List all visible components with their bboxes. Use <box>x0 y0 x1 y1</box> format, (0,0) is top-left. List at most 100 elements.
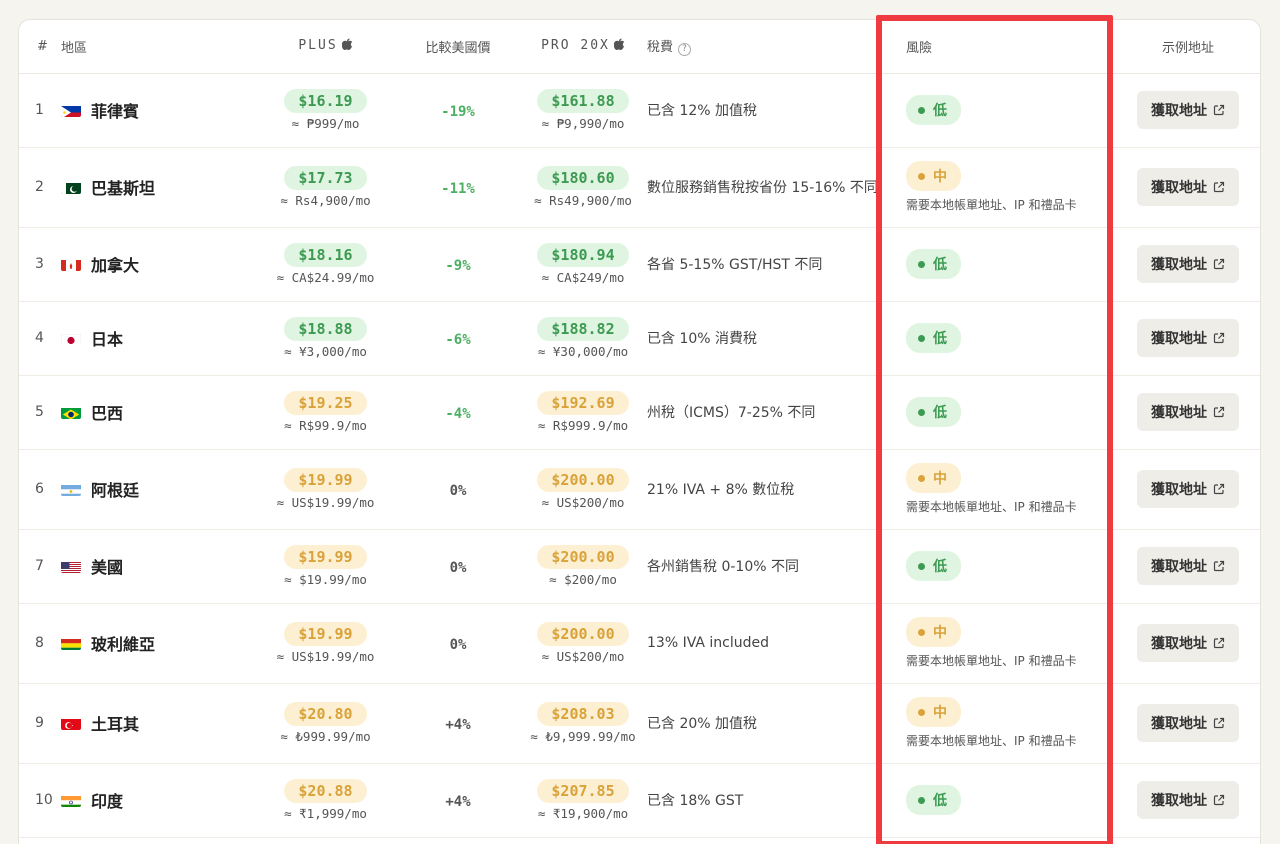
external-link-icon <box>1213 258 1225 270</box>
risk-note: 需要本地帳單地址、IP 和禮品卡 <box>906 500 1077 514</box>
apple-icon <box>613 38 625 54</box>
header-tax-label: 稅費 <box>647 40 674 56</box>
pro-local-price: ≈ R$999.9/mo <box>537 418 629 433</box>
address-cell: 獲取地址 <box>1114 683 1260 764</box>
risk-cell: 低 <box>892 301 1114 376</box>
flag-pk-icon <box>61 181 81 194</box>
region-cell: 菲律賓 <box>61 73 254 148</box>
get-address-button[interactable]: 獲取地址 <box>1137 168 1239 206</box>
price-diff: -11% <box>441 180 475 197</box>
pro-local-price: ≈ ¥30,000/mo <box>537 344 629 359</box>
get-address-button[interactable]: 獲取地址 <box>1137 704 1239 742</box>
price-diff: +4% <box>445 793 471 810</box>
get-address-label: 獲取地址 <box>1151 331 1207 347</box>
risk-label: 低 <box>933 331 947 347</box>
help-icon[interactable]: ? <box>678 43 692 57</box>
compare-cell: +4% <box>397 763 519 838</box>
region-cell: 加拿大 <box>61 227 254 302</box>
price-diff: -6% <box>445 331 471 348</box>
region: 玻利維亞 <box>61 631 254 655</box>
region-name: 印度 <box>91 792 124 811</box>
compare-cell: 0% <box>397 603 519 684</box>
flag-br-icon <box>61 406 81 419</box>
get-address-button[interactable]: 獲取地址 <box>1137 91 1239 129</box>
region-cell: 日本 <box>61 301 254 376</box>
risk-badge: 低 <box>906 95 961 125</box>
compare-cell: +4% <box>397 683 519 764</box>
risk-badge: 低 <box>906 249 961 279</box>
flag-ca-icon <box>61 258 81 271</box>
table-row: 9 土耳其 $20.80 ≈ ₺999.99/mo +4% $208.03 ≈ ₺9,999… <box>19 683 1260 764</box>
flag-bo-icon <box>61 637 81 650</box>
get-address-button[interactable]: 獲取地址 <box>1137 547 1239 585</box>
flag-jp-icon <box>61 332 81 345</box>
get-address-label: 獲取地址 <box>1151 482 1207 498</box>
address-cell: 獲取地址 <box>1114 603 1260 684</box>
pro-price-cell: $180.60 ≈ Rs49,900/mo <box>519 147 647 228</box>
region-name: 加拿大 <box>91 256 140 275</box>
price-diff: 0% <box>449 636 467 653</box>
get-address-label: 獲取地址 <box>1151 180 1207 196</box>
region-cell: 土耳其 <box>61 683 254 764</box>
region-name: 巴基斯坦 <box>91 179 156 198</box>
compare-cell: -11% <box>397 147 519 228</box>
pro-local-price: ≈ US$200/mo <box>541 495 625 510</box>
plus-local-price: ≈ US$19.99/mo <box>276 649 375 664</box>
risk-label: 中 <box>933 625 947 641</box>
plus-local-price: ≈ ₹1,999/mo <box>284 806 367 821</box>
get-address-button[interactable]: 獲取地址 <box>1137 319 1239 357</box>
get-address-button[interactable]: 獲取地址 <box>1137 781 1239 819</box>
pro-price: $208.03 <box>537 702 629 726</box>
get-address-button[interactable]: 獲取地址 <box>1137 393 1239 431</box>
get-address-label: 獲取地址 <box>1151 559 1207 575</box>
tax-cell: 已含 18% GST <box>647 763 892 838</box>
pro-price: $200.00 <box>537 622 629 646</box>
plus-local-price: ≈ ₱999/mo <box>291 116 360 131</box>
region: 加拿大 <box>61 252 254 276</box>
plus-price-cell: $19.99 ≈ US$19.99/mo <box>254 603 397 684</box>
status-dot-icon <box>918 562 925 570</box>
risk-label: 中 <box>933 471 947 487</box>
get-address-button[interactable]: 獲取地址 <box>1137 470 1239 508</box>
risk-badge: 低 <box>906 551 961 581</box>
region: 巴西 <box>61 400 254 424</box>
address-cell: 獲取地址 <box>1114 375 1260 450</box>
plus-price: $19.99 <box>284 468 367 492</box>
plus-price-cell: $16.19 ≈ ₱999/mo <box>254 73 397 148</box>
address-cell: 獲取地址 <box>1114 147 1260 228</box>
region-cell: 巴西 <box>61 375 254 450</box>
risk-label: 中 <box>933 705 947 721</box>
external-link-icon <box>1213 181 1225 193</box>
plus-local-price: ≈ CA$24.99/mo <box>276 270 375 285</box>
risk-badge: 低 <box>906 785 961 815</box>
status-dot-icon <box>918 708 925 716</box>
table-row: 10 印度 $20.88 ≈ ₹1,999/mo +4% $207.85 ≈ ₹19,900… <box>19 763 1260 838</box>
pro-local-price: ≈ US$200/mo <box>541 649 625 664</box>
header-compare: 比較美國價 <box>397 20 519 74</box>
plus-price-cell: $19.25 ≈ R$99.9/mo <box>254 375 397 450</box>
pricing-table: # 地區 PLUS 比較美國價 PRO 20X 稅費? 風險 示例地址 1 菲律賓… <box>19 20 1260 838</box>
header-plus: PLUS <box>254 20 397 74</box>
risk-badge: 中 <box>906 697 961 727</box>
pro-price-cell: $192.69 ≈ R$999.9/mo <box>519 375 647 450</box>
pro-local-price: ≈ $200/mo <box>549 572 617 587</box>
table-row: 6 阿根廷 $19.99 ≈ US$19.99/mo 0% $200.00 ≈ US$200… <box>19 449 1260 530</box>
row-number: 5 <box>19 375 61 450</box>
get-address-label: 獲取地址 <box>1151 103 1207 119</box>
risk-badge: 中 <box>906 617 961 647</box>
get-address-button[interactable]: 獲取地址 <box>1137 245 1239 283</box>
region-cell: 巴基斯坦 <box>61 147 254 228</box>
risk-badge: 低 <box>906 323 961 353</box>
plus-price-cell: $19.99 ≈ $19.99/mo <box>254 529 397 604</box>
table-row: 4 日本 $18.88 ≈ ¥3,000/mo -6% $188.82 ≈ ¥30,000/… <box>19 301 1260 376</box>
external-link-icon <box>1213 637 1225 649</box>
get-address-button[interactable]: 獲取地址 <box>1137 624 1239 662</box>
get-address-label: 獲取地址 <box>1151 405 1207 421</box>
header-pro-label: PRO 20X <box>541 38 610 54</box>
table-row: 5 巴西 $19.25 ≈ R$99.9/mo -4% $192.69 ≈ R$999.9/… <box>19 375 1260 450</box>
plus-local-price: ≈ ₺999.99/mo <box>280 729 371 744</box>
region: 美國 <box>61 554 254 578</box>
status-dot-icon <box>918 260 925 268</box>
table-row: 8 玻利維亞 $19.99 ≈ US$19.99/mo 0% $200.00 ≈ US$20… <box>19 603 1260 684</box>
address-cell: 獲取地址 <box>1114 763 1260 838</box>
